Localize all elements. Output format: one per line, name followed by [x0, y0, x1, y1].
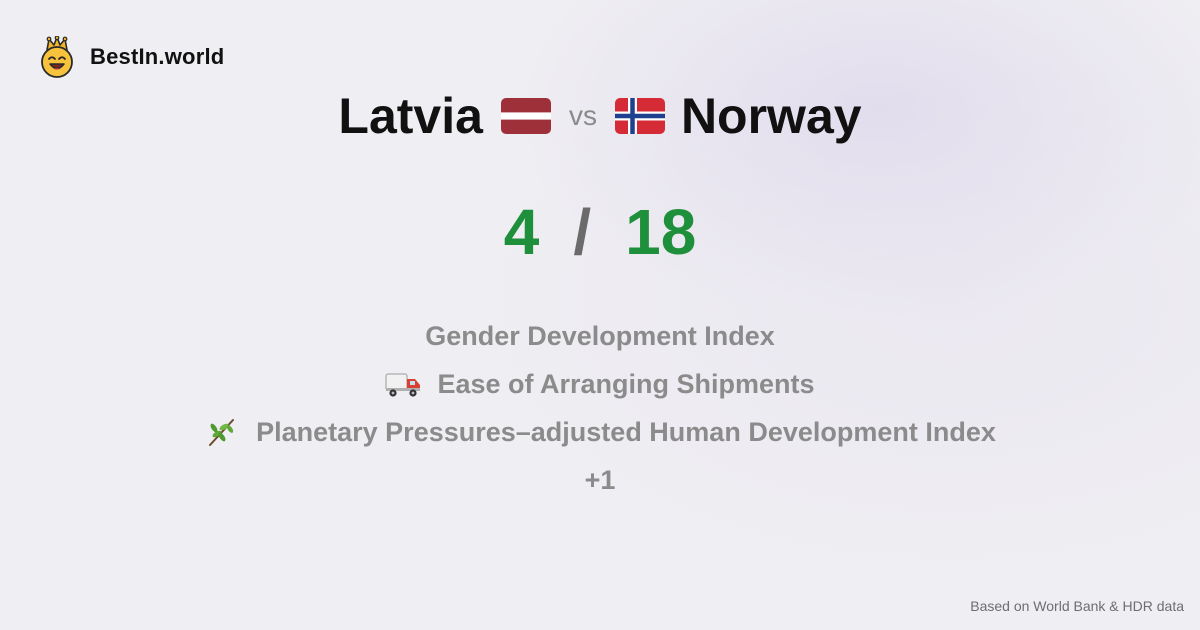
score: 4 / 18: [0, 194, 1200, 270]
data-source-note: Based on World Bank & HDR data: [970, 598, 1184, 614]
right-country-name: Norway: [680, 88, 862, 144]
metric-item: Planetary Pressures–adjusted Human Devel…: [204, 408, 996, 456]
crowned-smiley-icon: [41, 36, 73, 78]
left-score: 4: [503, 196, 540, 268]
metric-label: Gender Development Index: [425, 320, 775, 351]
more-metrics-count: +1: [584, 464, 616, 495]
score-separator: /: [573, 196, 592, 268]
brand[interactable]: BestIn.world: [38, 36, 224, 78]
vs-label: vs: [568, 100, 597, 131]
metric-label: Ease of Arranging Shipments: [437, 368, 815, 399]
metric-item: Ease of Arranging Shipments: [385, 360, 815, 408]
latvia-flag-icon: [500, 98, 551, 134]
delivery-truck-icon: [385, 373, 421, 397]
norway-flag-icon: [614, 98, 665, 134]
metrics-list: Gender Development Index Ease of Arrangi…: [0, 312, 1200, 504]
metric-item: Gender Development Index: [425, 312, 775, 360]
metric-label: Planetary Pressures–adjusted Human Devel…: [256, 416, 996, 447]
brand-name: BestIn.world: [90, 44, 225, 69]
right-score: 18: [625, 196, 697, 268]
comparison-title: Latvia vs Norway: [0, 86, 1200, 146]
left-country-name: Latvia: [338, 88, 483, 144]
herb-icon: [209, 419, 235, 446]
